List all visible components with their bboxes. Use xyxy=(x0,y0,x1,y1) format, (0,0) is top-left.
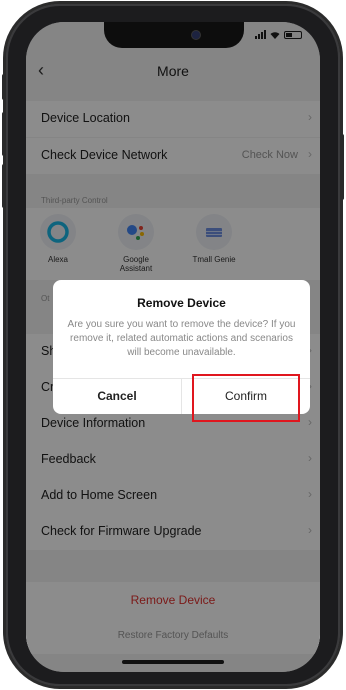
notch xyxy=(104,22,244,48)
dialog-message: Are you sure you want to remove the devi… xyxy=(67,319,296,358)
mute-switch xyxy=(2,74,6,100)
cellular-signal-icon xyxy=(255,30,266,39)
battery-icon xyxy=(284,30,302,39)
volume-down-button xyxy=(2,164,6,208)
camera-icon xyxy=(192,31,200,39)
status-bar xyxy=(255,30,302,39)
confirm-highlight-box xyxy=(192,374,300,422)
volume-up-button xyxy=(2,112,6,156)
wifi-icon xyxy=(270,31,280,39)
home-indicator xyxy=(122,660,224,664)
cancel-button[interactable]: Cancel xyxy=(53,378,181,414)
power-button xyxy=(340,134,344,200)
dialog-title: Remove Device xyxy=(137,296,226,310)
screen: ‹ More Device Location › Check Device Ne… xyxy=(26,22,320,672)
